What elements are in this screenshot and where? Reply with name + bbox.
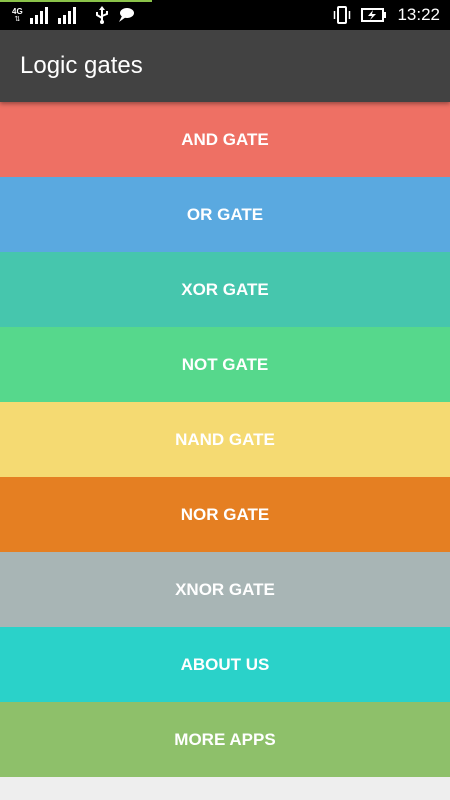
status-left-icons: 4G ⇅: [12, 4, 135, 26]
signal-icon: [57, 7, 76, 24]
signal-icon: [29, 7, 48, 24]
app-title: Logic gates: [20, 52, 143, 79]
not-gate-button[interactable]: NOT GATE: [0, 327, 450, 402]
chat-notification-icon: [118, 8, 134, 22]
more-apps-button[interactable]: MORE APPS: [0, 702, 450, 777]
data-arrows-icon: ⇅: [14, 15, 21, 23]
vibrate-icon: [334, 6, 351, 24]
status-right-icons: 13:22: [333, 4, 440, 26]
about-us-button[interactable]: ABOUT US: [0, 627, 450, 702]
xnor-gate-button[interactable]: XNOR GATE: [0, 552, 450, 627]
and-gate-button[interactable]: AND GATE: [0, 102, 450, 177]
status-time: 13:22: [397, 5, 440, 24]
battery-charging-icon: [361, 8, 387, 22]
usb-icon: [95, 6, 108, 24]
network-4g-icon: 4G ⇅: [12, 6, 23, 23]
status-accent-line: [0, 0, 152, 2]
xor-gate-button[interactable]: XOR GATE: [0, 252, 450, 327]
network-type-label: 4G: [12, 6, 23, 16]
app-bar: Logic gates: [0, 30, 450, 102]
nand-gate-button[interactable]: NAND GATE: [0, 402, 450, 477]
status-bar: 4G ⇅ 13:22: [0, 0, 450, 30]
or-gate-button[interactable]: OR GATE: [0, 177, 450, 252]
nor-gate-button[interactable]: NOR GATE: [0, 477, 450, 552]
menu-list: AND GATE OR GATE XOR GATE NOT GATE NAND …: [0, 102, 450, 777]
